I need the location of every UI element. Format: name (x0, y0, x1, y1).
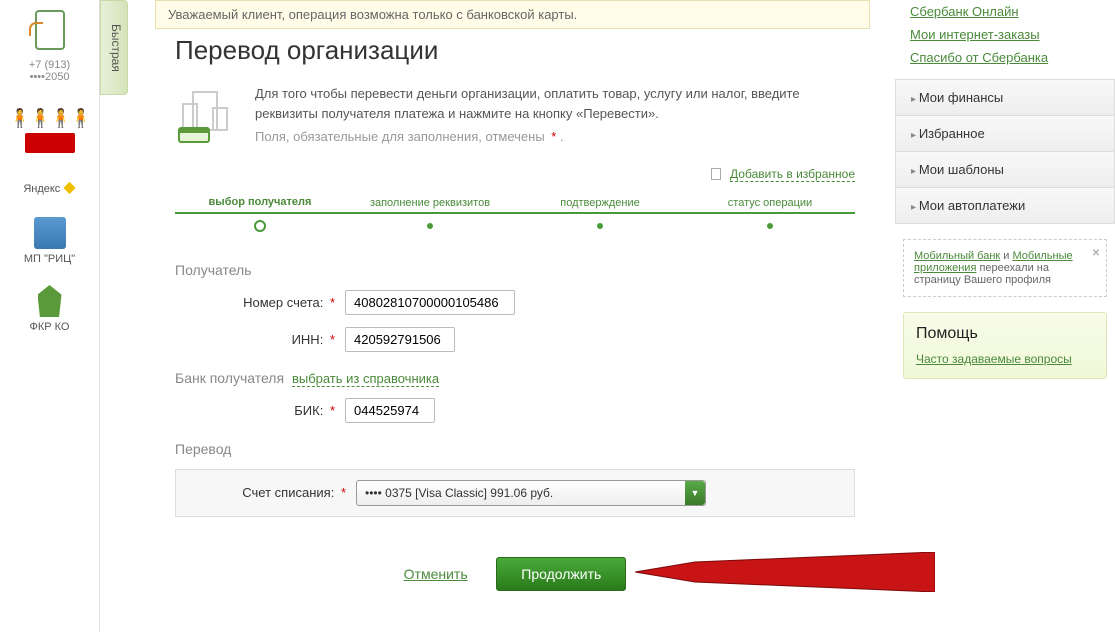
account-input[interactable] (345, 290, 515, 315)
step-label: статус операции (728, 197, 812, 209)
debit-label: Счет списания: * (186, 485, 356, 500)
bank-section: Банк получателя выбрать из справочника (175, 370, 855, 386)
faq-link[interactable]: Часто задаваемые вопросы (916, 352, 1072, 366)
menu-autopay[interactable]: Мои автоплатежи (895, 188, 1115, 224)
rlink-orders[interactable]: Мои интернет-заказы (910, 23, 1100, 46)
cancel-link[interactable]: Отменить (404, 566, 468, 582)
red-arrow-annotation (635, 552, 935, 592)
required-mark: * (551, 129, 556, 144)
region-icon (38, 285, 62, 317)
people-icon: 🧍🧍🧍🧍 (5, 108, 94, 129)
progress-steps: выбор получателя заполнение реквизитов п… (175, 196, 855, 232)
rlink-spasibo[interactable]: Спасибо от Сбербанка (910, 46, 1100, 69)
step-2: заполнение реквизитов (345, 197, 515, 231)
step-label: подтверждение (560, 197, 639, 209)
org-icon (175, 84, 235, 144)
recipient-section: Получатель (175, 262, 855, 278)
debit-account-select[interactable]: •••• 0375 [Visa Classic] 991.06 руб. ▼ (356, 480, 706, 506)
hint-text: Поля, обязательные для заполнения, отмеч… (255, 129, 545, 144)
page-title: Перевод организации (175, 35, 855, 66)
phone-number: +7 (913) ••••2050 (5, 54, 94, 88)
sidebar-item-people[interactable]: 🧍🧍🧍🧍 (0, 98, 99, 167)
help-title: Помощь (916, 325, 1094, 343)
sidebar-label: Яндекс (23, 183, 60, 195)
intro-text: Для того чтобы перевести деньги организа… (255, 84, 855, 123)
main-content: Перевод организации Для того чтобы перев… (175, 25, 855, 591)
sidebar-label: ФКР КО (29, 321, 69, 333)
select-value: •••• 0375 [Visa Classic] 991.06 руб. (357, 482, 685, 504)
red-logo-icon (25, 133, 75, 153)
sidebar-label: МП "РИЦ" (24, 253, 75, 265)
building-icon (34, 217, 66, 249)
transfer-section: Перевод (175, 441, 855, 457)
step-1: выбор получателя (175, 196, 345, 232)
bookmark-icon (711, 168, 721, 180)
rlink-online[interactable]: Сбербанк Онлайн (910, 0, 1100, 23)
help-box: Помощь Часто задаваемые вопросы (903, 312, 1107, 379)
step-label: выбор получателя (209, 196, 312, 208)
bik-label: БИК: * (175, 403, 345, 418)
menu-finances[interactable]: Мои финансы (895, 79, 1115, 116)
phone-icon (35, 10, 65, 50)
intro-block: Для того чтобы перевести деньги организа… (175, 84, 855, 147)
step-4: статус операции (685, 197, 855, 231)
inn-input[interactable] (345, 327, 455, 352)
step-label: заполнение реквизитов (370, 197, 490, 209)
continue-button[interactable]: Продолжить (496, 557, 626, 591)
right-sidebar: Сбербанк Онлайн Мои интернет-заказы Спас… (895, 0, 1115, 389)
step-3: подтверждение (515, 197, 685, 231)
menu-templates[interactable]: Мои шаблоны (895, 152, 1115, 188)
sidebar-phone-item[interactable]: +7 (913) ••••2050 (0, 0, 99, 98)
sidebar-item-fkr[interactable]: ФКР КО (0, 275, 99, 343)
sidebar-item-ric[interactable]: МП "РИЦ" (0, 207, 99, 275)
mobile-bank-link[interactable]: Мобильный банк (914, 250, 1000, 262)
close-icon[interactable]: × (1092, 244, 1100, 260)
chevron-down-icon: ▼ (685, 481, 705, 505)
info-notice: × Мобильный банк и Мобильные приложения … (903, 239, 1107, 297)
bank-lookup-link[interactable]: выбрать из справочника (292, 371, 439, 387)
sidebar-item-yandex[interactable]: Яндекс ◆ (0, 167, 99, 207)
quick-tab[interactable]: Быстрая (100, 0, 128, 95)
yandex-icon: ◆ (63, 179, 75, 196)
add-favorite-link[interactable]: Добавить в избранное (730, 167, 855, 182)
bik-input[interactable] (345, 398, 435, 423)
account-label: Номер счета: * (175, 295, 345, 310)
inn-label: ИНН: * (175, 332, 345, 347)
left-sidebar: +7 (913) ••••2050 🧍🧍🧍🧍 Яндекс ◆ МП "РИЦ"… (0, 0, 100, 632)
menu-favorites[interactable]: Избранное (895, 116, 1115, 152)
